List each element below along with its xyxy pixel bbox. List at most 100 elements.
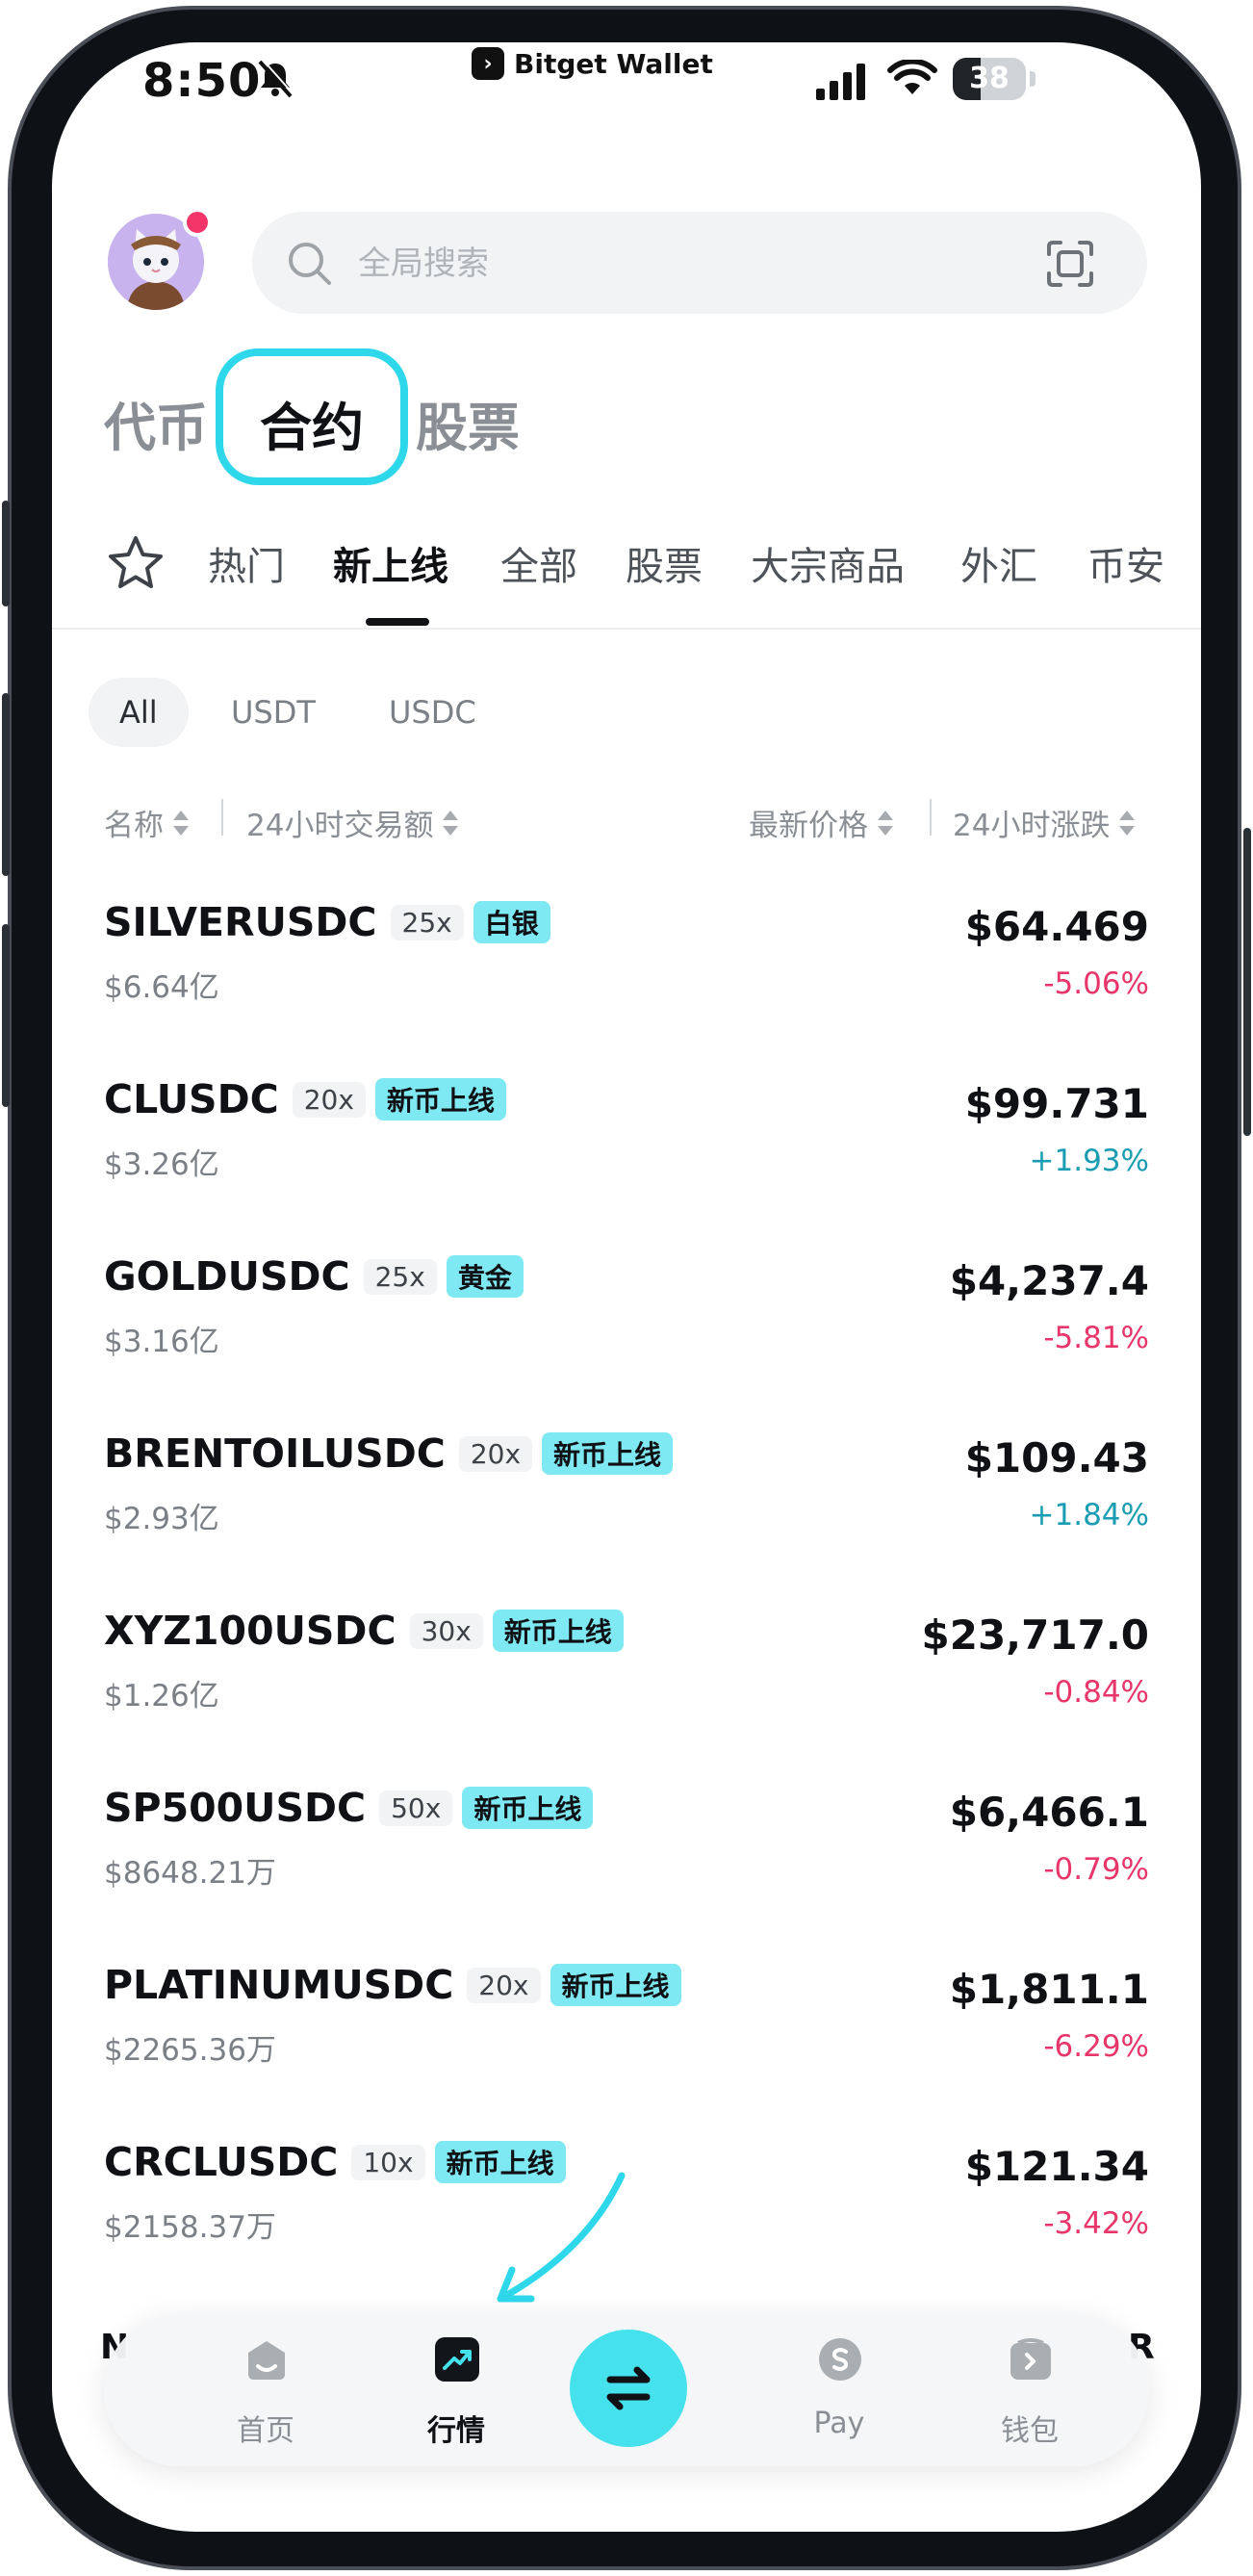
tab-highlight-outline [216, 348, 408, 485]
annotation-arrow-icon [497, 2172, 626, 2303]
row-volume: $2265.36万 [104, 2033, 276, 2068]
subtab-new-listing[interactable]: 新上线 [333, 535, 448, 591]
symbol-name: BRENTOILUSDC [104, 1430, 446, 1477]
column-separator [930, 799, 932, 836]
market-row[interactable]: CLUSDC 20x 新币上线 $3.26亿 $99.731 +1.93% [104, 1076, 1149, 1230]
sort-icon [173, 809, 189, 837]
nav-wallet-label: 钱包 [1001, 2414, 1059, 2448]
sort-volume[interactable]: 24小时交易额 [246, 801, 459, 844]
subtab-hot[interactable]: 热门 [208, 535, 285, 591]
nav-wallet[interactable]: 钱包 [953, 2314, 1107, 2466]
subtab-commodities[interactable]: 大宗商品 [751, 535, 905, 591]
leverage-badge: 20x [292, 1081, 366, 1118]
category-tag: 新币上线 [374, 1078, 506, 1121]
phone-side-button [2, 501, 10, 606]
row-change: +1.93% [1029, 1144, 1149, 1178]
symbol-name: XYZ100USDC [104, 1608, 396, 1654]
nav-market-label: 行情 [427, 2414, 485, 2448]
symbol-name: CLUSDC [104, 1076, 279, 1122]
leverage-badge: 20x [467, 1967, 541, 2003]
symbol-name: CRCLUSDC [104, 2139, 339, 2185]
category-tag: 新币上线 [492, 1610, 624, 1652]
nav-pay[interactable]: Pay [762, 2314, 916, 2466]
wifi-icon [887, 60, 937, 94]
subtab-forex[interactable]: 外汇 [960, 535, 1037, 591]
swap-button[interactable] [570, 2330, 687, 2447]
chip-usdc[interactable]: USDC [358, 678, 507, 747]
row-volume: $3.26亿 [104, 1147, 219, 1182]
row-price: $23,717.0 [921, 1611, 1149, 1659]
row-change: -0.79% [1043, 1852, 1149, 1887]
leverage-badge: 50x [379, 1790, 453, 1826]
subtab-all[interactable]: 全部 [500, 535, 577, 591]
category-tag: 新币上线 [542, 1432, 674, 1475]
category-tag: 新币上线 [550, 1964, 681, 2006]
row-change: -0.84% [1043, 1675, 1149, 1710]
status-time: 8:50 [142, 54, 262, 108]
leverage-badge: 25x [390, 904, 464, 940]
market-row[interactable]: SP500USDC 50x 新币上线 $8648.21万 $6,466.1 -0.7… [104, 1785, 1149, 1939]
row-price: $1,811.1 [949, 1966, 1149, 2013]
row-symbol: BRENTOILUSDC 20x 新币上线 [104, 1430, 674, 1477]
sort-icon [443, 809, 459, 837]
row-volume: $3.16亿 [104, 1325, 219, 1359]
symbol-name: SILVERUSDC [104, 899, 377, 945]
category-tag: 黄金 [446, 1255, 524, 1298]
row-change: -3.42% [1043, 2206, 1149, 2241]
row-price: $99.731 [964, 1080, 1149, 1127]
phone-side-button [2, 693, 10, 876]
phone-side-button [2, 924, 10, 1107]
search-input[interactable] [356, 212, 937, 316]
tab-stocks[interactable]: 股票 [416, 385, 520, 461]
swap-icon [606, 2366, 651, 2410]
brand-name: Bitget Wallet [514, 47, 713, 80]
subtab-binance[interactable]: 币安 [1087, 535, 1164, 591]
market-row[interactable]: SILVERUSDC 25x 白银 $6.64亿 $64.469 -5.06% [104, 899, 1149, 1053]
row-symbol: GOLDUSDC 25x 黄金 [104, 1253, 524, 1300]
sort-name[interactable]: 名称 [104, 801, 189, 844]
sort-price[interactable]: 最新价格 [749, 801, 893, 844]
tab-tokens[interactable]: 代币 [104, 385, 208, 461]
market-row[interactable]: BRENTOILUSDC 20x 新币上线 $2.93亿 $109.43 +1.84… [104, 1430, 1149, 1584]
column-price-label: 最新价格 [749, 809, 868, 843]
pay-dollar-icon [819, 2338, 861, 2381]
column-separator [221, 799, 223, 836]
symbol-name: SP500USDC [104, 1785, 367, 1831]
symbol-name: GOLDUSDC [104, 1253, 350, 1300]
notification-dot [183, 208, 212, 237]
category-tag: 白银 [473, 901, 550, 943]
subtab-stocks[interactable]: 股票 [626, 535, 703, 591]
market-row[interactable]: XYZ100USDC 30x 新币上线 $1.26亿 $23,717.0 -0.84… [104, 1608, 1149, 1762]
search-bar[interactable] [252, 212, 1147, 316]
market-row[interactable]: GOLDUSDC 25x 黄金 $3.16亿 $4,237.4 -5.81% [104, 1253, 1149, 1407]
row-volume: $2.93亿 [104, 1502, 219, 1536]
favorites-star-icon[interactable] [106, 533, 166, 593]
chip-usdt[interactable]: USDT [200, 678, 346, 747]
nav-home[interactable]: 首页 [189, 2314, 343, 2466]
home-icon [248, 2341, 285, 2380]
market-chart-icon [435, 2337, 479, 2382]
sort-change[interactable]: 24小时涨跌 [953, 801, 1136, 844]
nav-home-label: 首页 [237, 2414, 294, 2448]
app-brand: › Bitget Wallet [472, 44, 713, 83]
row-volume: $1.26亿 [104, 1679, 219, 1713]
row-price: $64.469 [964, 903, 1149, 950]
market-row[interactable]: PLATINUMUSDC 20x 新币上线 $2265.36万 $1,811.1 -… [104, 1962, 1149, 2116]
sort-icon [1119, 809, 1136, 837]
divider [52, 628, 1201, 630]
scan-icon[interactable] [1043, 237, 1097, 291]
row-price: $109.43 [964, 1434, 1149, 1481]
bell-muted-icon [258, 59, 294, 98]
nav-pay-label: Pay [813, 2407, 865, 2440]
leverage-badge: 20x [458, 1435, 533, 1472]
row-volume: $2158.37万 [104, 2210, 276, 2245]
leverage-badge: 10x [351, 2144, 425, 2180]
row-change: -5.06% [1043, 966, 1149, 1001]
row-volume: $8648.21万 [104, 1856, 276, 1891]
chip-all[interactable]: All [89, 678, 189, 747]
nav-market[interactable]: 行情 [379, 2314, 533, 2466]
leverage-badge: 30x [409, 1612, 483, 1649]
battery-body: 38 [953, 58, 1026, 100]
row-symbol: SILVERUSDC 25x 白银 [104, 899, 550, 945]
sort-icon [878, 809, 893, 837]
